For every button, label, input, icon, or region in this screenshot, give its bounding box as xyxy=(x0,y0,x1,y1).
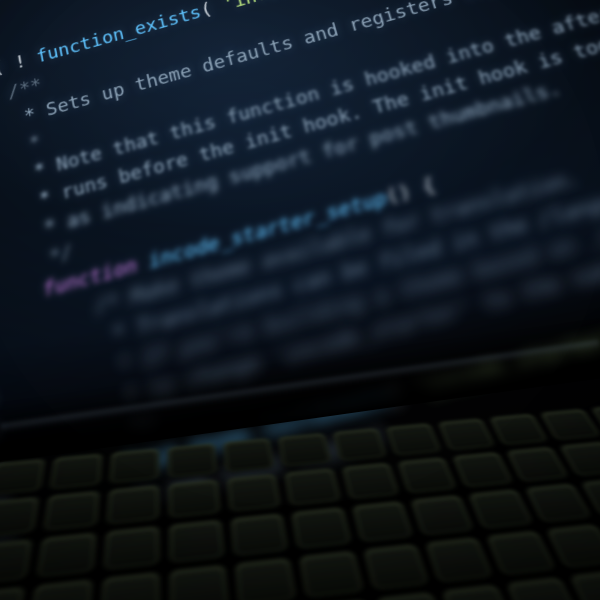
keyboard-key xyxy=(0,459,44,495)
keyboard-key xyxy=(342,463,399,499)
keyboard-key xyxy=(236,558,297,600)
keyboard-key xyxy=(438,418,495,450)
keyboard-key xyxy=(50,454,102,489)
keyboard-key xyxy=(107,485,159,524)
keyboard-key xyxy=(109,448,158,483)
keyboard-key xyxy=(169,520,224,563)
keyboard-key xyxy=(0,497,38,537)
keyboard-key xyxy=(507,577,581,600)
keyboard-key xyxy=(227,474,281,512)
keyboard-key xyxy=(398,457,457,493)
keyboard-key xyxy=(541,409,600,440)
keyboard-key xyxy=(442,585,514,600)
keyboard-key xyxy=(352,501,413,542)
keyboard-key xyxy=(547,524,600,567)
keyboard-key xyxy=(487,531,556,575)
keyboard-key xyxy=(168,443,217,477)
keyboard-key xyxy=(386,423,441,455)
keyboard-key xyxy=(526,484,592,523)
keyboard-key xyxy=(285,468,340,505)
keyboard-key xyxy=(507,447,569,482)
keyboard-key xyxy=(333,428,387,461)
keyboard-key xyxy=(469,489,533,528)
keyboard-key xyxy=(292,507,351,548)
keyboard-key xyxy=(100,572,159,600)
keyboard-key xyxy=(169,480,221,518)
keyboard-key xyxy=(170,565,228,600)
keyboard-key xyxy=(490,414,548,445)
keyboard-key xyxy=(453,452,513,487)
keyboard-key xyxy=(37,533,96,577)
keyboard-key xyxy=(300,551,363,597)
keyboard-key xyxy=(104,526,159,569)
keyboard-key xyxy=(376,592,446,600)
keyboard-key xyxy=(278,433,330,466)
photo-code-laptop: 3 * @link https://devel…4 * 5 * @package… xyxy=(0,0,600,600)
keyboard-key xyxy=(411,495,474,535)
keyboard-key xyxy=(426,538,493,583)
keyboard-key xyxy=(0,540,32,585)
keyboard-key xyxy=(560,442,600,476)
keyboard-key xyxy=(43,491,99,530)
keyboard-key xyxy=(570,570,600,600)
keyboard-key xyxy=(363,544,428,590)
keyboard-key xyxy=(224,438,275,472)
keyboard-key xyxy=(0,587,24,600)
keyboard-key xyxy=(231,514,288,556)
keyboard-key xyxy=(29,580,92,600)
